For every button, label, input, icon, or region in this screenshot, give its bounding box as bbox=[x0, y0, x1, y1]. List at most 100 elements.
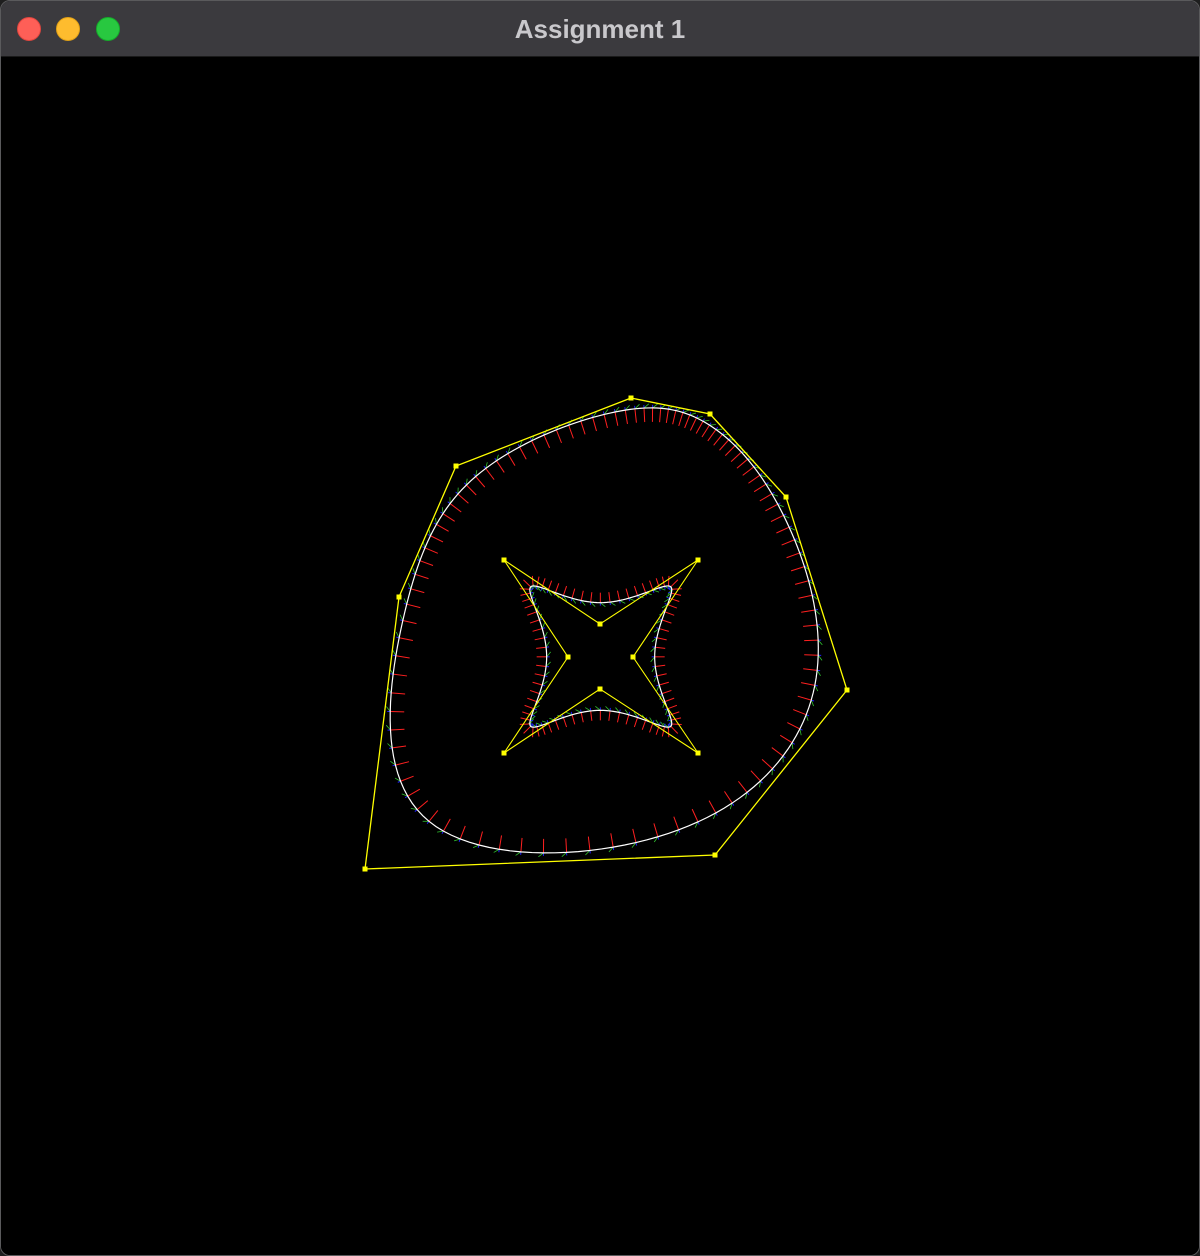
normal-mark bbox=[568, 425, 574, 439]
normal-mark bbox=[665, 409, 669, 424]
normal-mark bbox=[419, 560, 434, 566]
normal-mark bbox=[770, 514, 784, 523]
normal-mark bbox=[610, 833, 614, 848]
gl-canvas[interactable] bbox=[1, 57, 1199, 1255]
normal-mark bbox=[684, 414, 691, 429]
title-bar[interactable]: Assignment 1 bbox=[1, 1, 1199, 57]
normal-mark bbox=[395, 761, 410, 766]
control-point[interactable] bbox=[501, 750, 507, 756]
control-point[interactable] bbox=[453, 463, 459, 469]
normal-mark bbox=[617, 590, 621, 601]
normal-mark bbox=[794, 580, 809, 585]
control-point[interactable] bbox=[597, 621, 603, 627]
normal-mark bbox=[667, 575, 670, 586]
normal-mark bbox=[554, 583, 560, 593]
normal-mark bbox=[689, 417, 697, 431]
normal-mark bbox=[400, 775, 414, 782]
tangent-mark bbox=[441, 507, 444, 514]
normal-mark bbox=[625, 714, 630, 725]
normal-mark bbox=[534, 673, 545, 677]
control-point[interactable] bbox=[783, 494, 789, 500]
normal-mark bbox=[632, 828, 637, 843]
normal-mark bbox=[391, 692, 406, 695]
normal-mark bbox=[761, 759, 773, 770]
normal-mark bbox=[656, 673, 667, 677]
normal-mark bbox=[459, 825, 466, 840]
normal-mark bbox=[633, 585, 639, 596]
normal-mark bbox=[719, 439, 730, 451]
normal-mark bbox=[532, 681, 543, 686]
normal-mark bbox=[803, 668, 818, 671]
normal-mark bbox=[532, 628, 543, 632]
control-point[interactable] bbox=[501, 557, 507, 563]
inner-curve-frames bbox=[519, 575, 682, 738]
normal-mark bbox=[786, 552, 800, 559]
normal-mark bbox=[656, 637, 667, 641]
control-point[interactable] bbox=[844, 687, 850, 693]
control-point[interactable] bbox=[695, 750, 701, 756]
normal-mark bbox=[793, 709, 807, 716]
normal-mark bbox=[587, 836, 591, 851]
normal-mark bbox=[592, 417, 597, 432]
normal-mark bbox=[614, 411, 619, 426]
normal-mark bbox=[534, 637, 545, 641]
normal-mark bbox=[701, 424, 710, 438]
normal-mark bbox=[603, 414, 608, 429]
normal-mark bbox=[649, 722, 654, 733]
normal-mark bbox=[547, 722, 553, 733]
control-point[interactable] bbox=[362, 866, 368, 872]
normal-mark bbox=[664, 611, 675, 616]
normal-mark bbox=[478, 831, 483, 846]
control-point[interactable] bbox=[712, 852, 718, 858]
normal-mark bbox=[523, 725, 532, 734]
normal-mark bbox=[625, 588, 630, 599]
normal-mark bbox=[402, 620, 417, 625]
normal-mark bbox=[624, 410, 628, 425]
normal-mark bbox=[776, 526, 790, 534]
tangent-mark bbox=[386, 706, 391, 712]
normal-mark bbox=[531, 575, 534, 586]
normal-mark bbox=[580, 712, 584, 723]
normal-mark bbox=[554, 720, 560, 730]
normal-mark bbox=[672, 410, 677, 425]
normal-mark bbox=[736, 458, 748, 469]
normal-mark bbox=[641, 720, 647, 730]
normal-mark bbox=[442, 513, 455, 522]
normal-mark bbox=[555, 429, 562, 444]
control-point[interactable] bbox=[565, 654, 571, 660]
normal-mark bbox=[801, 682, 815, 686]
tangent-mark bbox=[595, 706, 601, 711]
normal-mark bbox=[670, 579, 679, 588]
control-point[interactable] bbox=[396, 594, 402, 600]
outer-spline-curve bbox=[389, 407, 819, 854]
normal-mark bbox=[580, 590, 584, 601]
normal-mark bbox=[547, 580, 553, 591]
normal-mark bbox=[536, 726, 540, 737]
control-point[interactable] bbox=[695, 557, 701, 563]
control-point[interactable] bbox=[707, 411, 713, 417]
normal-mark bbox=[804, 639, 819, 642]
normal-mark bbox=[580, 420, 586, 435]
normal-mark bbox=[655, 664, 666, 667]
tangent-mark bbox=[546, 651, 551, 658]
curve-viewport[interactable] bbox=[1, 57, 1199, 1255]
normal-mark bbox=[523, 579, 532, 588]
normal-mark bbox=[641, 583, 647, 593]
normal-mark bbox=[543, 434, 551, 449]
normal-mark bbox=[608, 710, 611, 721]
normal-mark bbox=[779, 734, 793, 744]
normal-mark bbox=[443, 818, 451, 832]
control-point[interactable] bbox=[628, 395, 634, 401]
outer-control-points[interactable] bbox=[362, 395, 850, 872]
normal-mark bbox=[673, 816, 680, 831]
normal-mark bbox=[475, 476, 486, 488]
control-point[interactable] bbox=[597, 686, 603, 692]
normal-mark bbox=[667, 704, 678, 710]
normal-mark bbox=[590, 710, 593, 721]
normal-mark bbox=[531, 440, 539, 454]
control-point[interactable] bbox=[630, 654, 636, 660]
normal-mark bbox=[671, 588, 682, 590]
normal-mark bbox=[529, 689, 540, 695]
normal-mark bbox=[617, 712, 621, 723]
normal-mark bbox=[781, 539, 795, 546]
